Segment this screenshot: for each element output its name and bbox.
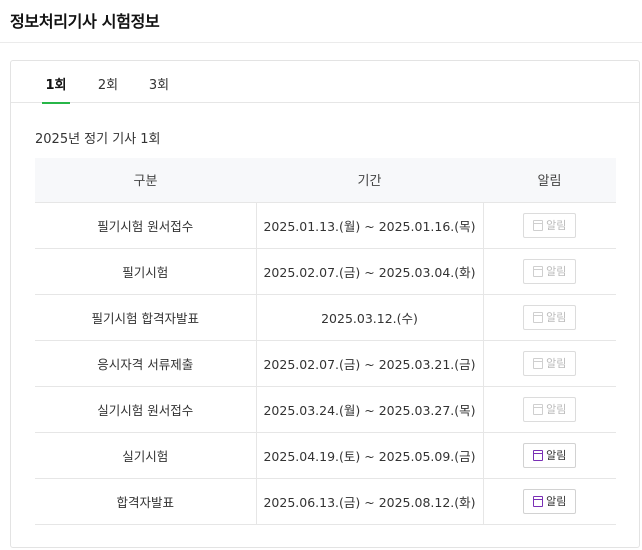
alarm-button-label: 알림 <box>546 219 567 232</box>
round-tabs: 1회 2회 3회 <box>11 61 639 104</box>
alarm-button[interactable]: 알림 <box>523 258 577 284</box>
alarm-button[interactable]: 알림 <box>523 442 577 468</box>
tab-round-3[interactable]: 3회 <box>147 74 171 103</box>
section-title: 2025년 정기 기사 1회 <box>35 132 161 147</box>
header-category: 구분 <box>35 158 256 203</box>
calendar-icon <box>533 449 544 461</box>
row-category: 필기시험 원서접수 <box>35 202 256 249</box>
table-row: 필기시험 합격자발표 2025.03.12.(수) 알림 <box>35 294 616 341</box>
alarm-button-label: 알림 <box>546 311 567 324</box>
table-row: 응시자격 서류제출 2025.02.07.(금) ~ 2025.03.21.(금)… <box>35 340 616 387</box>
row-period: 2025.01.13.(월) ~ 2025.01.16.(목) <box>255 202 483 249</box>
exam-info-card: 1회 2회 3회 2025년 정기 기사 1회 구분 기간 알림 필기시험 원서… <box>10 60 640 548</box>
row-category: 실기시험 <box>35 432 256 479</box>
alarm-button[interactable]: 알림 <box>523 304 577 330</box>
page-header: 정보처리기사 시험정보 <box>0 0 642 43</box>
table-row: 필기시험 원서접수 2025.01.13.(월) ~ 2025.01.16.(목)… <box>35 202 616 249</box>
tab-round-1[interactable]: 1회 <box>42 74 70 104</box>
alarm-button[interactable]: 알림 <box>523 212 577 238</box>
row-period: 2025.04.19.(토) ~ 2025.05.09.(금) <box>255 432 483 479</box>
row-alarm-cell: 알림 <box>482 202 616 249</box>
row-period: 2025.02.07.(금) ~ 2025.03.04.(화) <box>255 248 483 295</box>
row-category: 응시자격 서류제출 <box>35 340 256 387</box>
alarm-button[interactable]: 알림 <box>523 488 577 514</box>
table-header-row: 구분 기간 알림 <box>35 158 616 203</box>
table-row: 합격자발표 2025.06.13.(금) ~ 2025.08.12.(화) 알림 <box>35 478 616 525</box>
row-alarm-cell: 알림 <box>482 478 616 525</box>
row-alarm-cell: 알림 <box>482 248 616 295</box>
alarm-button[interactable]: 알림 <box>523 350 577 376</box>
alarm-button[interactable]: 알림 <box>523 396 577 422</box>
row-alarm-cell: 알림 <box>482 386 616 433</box>
calendar-icon <box>533 265 544 277</box>
alarm-button-label: 알림 <box>546 403 567 416</box>
row-period: 2025.03.12.(수) <box>255 294 483 341</box>
alarm-button-label: 알림 <box>546 449 567 462</box>
calendar-icon <box>533 219 544 231</box>
header-period: 기간 <box>256 158 483 203</box>
header-alarm: 알림 <box>483 158 616 203</box>
calendar-icon <box>533 311 544 323</box>
table-row: 필기시험 2025.02.07.(금) ~ 2025.03.04.(화) 알림 <box>35 248 616 295</box>
row-category: 필기시험 <box>35 248 256 295</box>
calendar-icon <box>533 495 544 507</box>
table-row: 실기시험 2025.04.19.(토) ~ 2025.05.09.(금) 알림 <box>35 432 616 479</box>
row-alarm-cell: 알림 <box>482 340 616 387</box>
schedule-table: 구분 기간 알림 필기시험 원서접수 2025.01.13.(월) ~ 2025.… <box>35 158 616 525</box>
tab-round-2[interactable]: 2회 <box>96 74 120 103</box>
row-category: 합격자발표 <box>35 478 256 525</box>
calendar-icon <box>533 357 544 369</box>
row-period: 2025.02.07.(금) ~ 2025.03.21.(금) <box>255 340 483 387</box>
row-category: 실기시험 원서접수 <box>35 386 256 433</box>
page-title: 정보처리기사 시험정보 <box>10 12 160 31</box>
row-period: 2025.06.13.(금) ~ 2025.08.12.(화) <box>255 478 483 525</box>
alarm-button-label: 알림 <box>546 265 567 278</box>
alarm-button-label: 알림 <box>546 357 567 370</box>
row-alarm-cell: 알림 <box>482 294 616 341</box>
row-alarm-cell: 알림 <box>482 432 616 479</box>
table-row: 실기시험 원서접수 2025.03.24.(월) ~ 2025.03.27.(목)… <box>35 386 616 433</box>
alarm-button-label: 알림 <box>546 495 567 508</box>
row-period: 2025.03.24.(월) ~ 2025.03.27.(목) <box>255 386 483 433</box>
row-category: 필기시험 합격자발표 <box>35 294 256 341</box>
calendar-icon <box>533 403 544 415</box>
